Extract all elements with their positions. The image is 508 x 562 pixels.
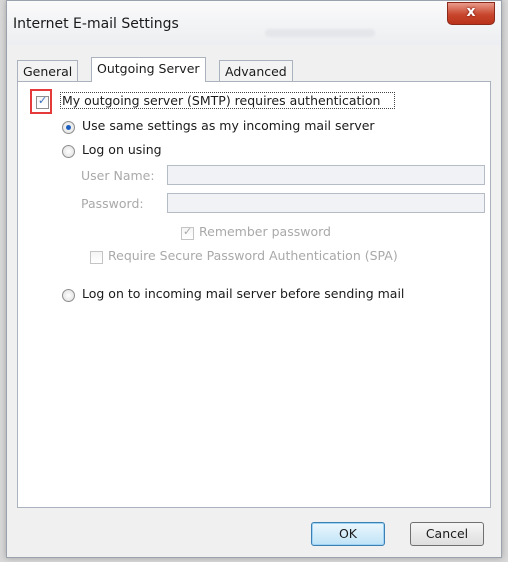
use-same-settings-radio[interactable] [62, 121, 75, 134]
close-button[interactable]: x [447, 2, 495, 25]
dialog-window: Internet E-mail Settings x General Outgo… [6, 0, 502, 558]
spa-label[interactable]: Require Secure Password Authentication (… [108, 248, 398, 263]
log-on-incoming-radio[interactable] [62, 289, 75, 302]
spa-row[interactable] [90, 249, 103, 264]
tab-general[interactable]: General [17, 60, 79, 82]
title-bar[interactable]: Internet E-mail Settings x [7, 1, 501, 45]
log-on-using-label[interactable]: Log on using [82, 142, 162, 157]
spa-checkbox[interactable] [90, 251, 103, 264]
username-label: User Name: [81, 168, 155, 183]
username-field[interactable] [167, 165, 485, 185]
blurred-background-text [265, 29, 375, 37]
password-field[interactable] [167, 193, 485, 213]
log-on-incoming-row[interactable] [62, 287, 75, 302]
smtp-auth-label[interactable]: My outgoing server (SMTP) requires authe… [62, 93, 380, 108]
tab-outgoing-server[interactable]: Outgoing Server [91, 57, 206, 82]
smtp-auth-row[interactable] [36, 94, 49, 109]
remember-password-row[interactable] [181, 225, 194, 240]
cancel-button[interactable]: Cancel [410, 522, 484, 546]
log-on-using-row[interactable] [62, 143, 75, 158]
log-on-using-radio[interactable] [62, 145, 75, 158]
window-title: Internet E-mail Settings [13, 16, 179, 32]
remember-password-checkbox[interactable] [181, 225, 194, 240]
tab-advanced[interactable]: Advanced [219, 60, 293, 82]
remember-password-label[interactable]: Remember password [199, 224, 331, 239]
use-same-settings-row[interactable] [62, 119, 75, 134]
smtp-auth-checkbox[interactable] [36, 94, 49, 109]
ok-button[interactable]: OK [311, 522, 385, 546]
log-on-incoming-label[interactable]: Log on to incoming mail server before se… [82, 286, 404, 301]
use-same-settings-label[interactable]: Use same settings as my incoming mail se… [82, 118, 375, 133]
password-label: Password: [81, 196, 144, 211]
